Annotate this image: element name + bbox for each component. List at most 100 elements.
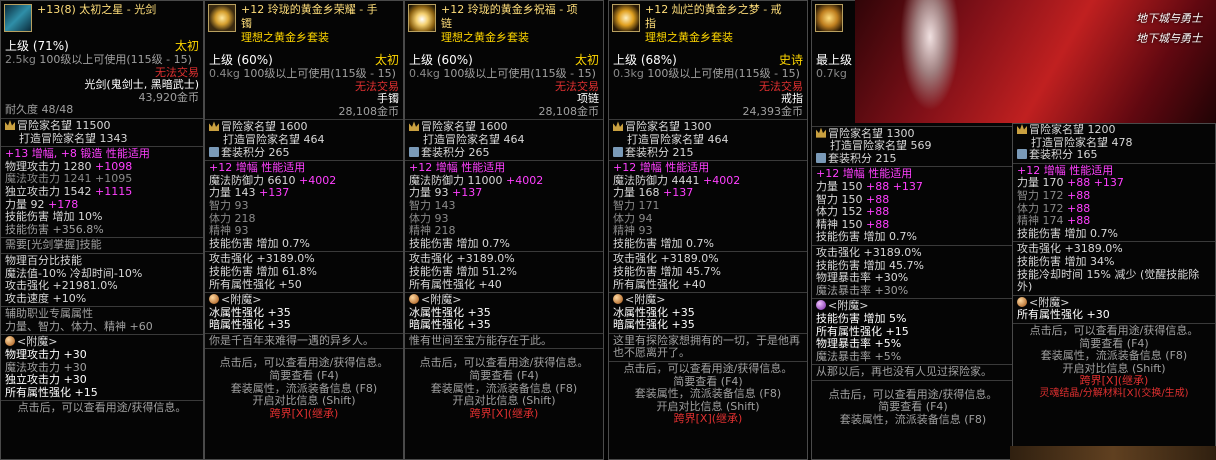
game-logo: 地下城与勇士 — [1136, 32, 1202, 45]
footer-line: 套装属性，流派装备信息 (F8) — [634, 387, 782, 401]
game-banner: 地下城与勇士 地下城与勇士 — [855, 0, 1216, 123]
extra-line: 力量、智力、体力、精神 +60 — [5, 319, 153, 333]
orb-icon — [1017, 296, 1027, 307]
flavor-text: 这里有探险家想拥有的一切，于是他再也不愿离开了。 — [613, 333, 800, 360]
enchant-title: <附魔> — [609, 293, 807, 307]
tooltip-header: +12 玲珑的黄金乡祝福 - 项链理想之黄金乡套装 — [405, 1, 603, 44]
extra-line: 所有属性强化 +50 — [209, 277, 302, 291]
item-grade: 上级 (71%) 太初 — [5, 39, 199, 53]
enchant-line: 独立攻击力 +30 — [5, 373, 87, 387]
item-icon — [815, 4, 843, 32]
tooltip-header: +12 玲珑的黄金乡荣耀 - 手镯理想之黄金乡套装 — [205, 1, 403, 44]
item-tooltip-ring: +12 灿烂的黄金乡之梦 - 戒指理想之黄金乡套装 上级 (68%) 史诗 0.3… — [608, 0, 808, 460]
set-icon — [409, 146, 419, 157]
crown-icon — [209, 121, 219, 132]
stat-row: 智力 143 — [409, 198, 456, 212]
flavor-text: 从那以后，再也没有人见过探险家。 — [816, 365, 992, 379]
extra-line: 物理百分比技能 — [5, 253, 82, 267]
crown-icon — [5, 119, 15, 130]
item-grade: 上级 (68%) 史诗 — [613, 53, 803, 67]
enchant-line: 物理暴击率 +5% — [816, 337, 902, 351]
extra-line: 技能伤害 增加 51.2% — [409, 264, 517, 278]
extra-line: 辅助职业专属属性 — [5, 307, 93, 321]
trade-restriction: 无法交易 — [355, 79, 399, 93]
extra-line: 攻击速度 +10% — [5, 291, 87, 305]
skill-damage: 技能伤害 增加 10% — [5, 210, 103, 224]
stat-row: 精神 218 — [409, 224, 456, 238]
footer-line: 跨界[X](继承) — [469, 406, 539, 420]
footer-line: 灵魂结晶/分解材料[X](交换/生成) — [1039, 387, 1189, 399]
footer-line: 点击后，可以查看用途/获得信息。 — [17, 401, 187, 415]
extra-line: 需要[光剑掌握]技能 — [5, 238, 102, 252]
set-points: 套装积分 215 — [812, 152, 1014, 166]
stat-row: 智力 93 — [209, 198, 249, 212]
extra-line: 攻击强化 +21981.0% — [5, 279, 118, 293]
ring-icon — [612, 4, 640, 32]
footer-line: 套装属性，流派装备信息 (F8) — [839, 413, 987, 427]
item-price: 24,393金币 — [742, 104, 804, 118]
enchant-line: 魔法暴击率 +5% — [816, 349, 902, 363]
enchant-line: 暗属性强化 +35 — [613, 318, 695, 332]
item-tooltip-6: 冒险家名望 1200 打造冒险家名望 478 套装积分 165 +12 增幅 性… — [1012, 123, 1216, 460]
skill-damage: 技能伤害 增加 0.7% — [1017, 226, 1118, 240]
necklace-icon — [408, 4, 436, 32]
extra-line: 所有属性强化 +40 — [409, 277, 502, 291]
stat-row: 智力 171 — [613, 198, 660, 212]
orb-icon — [613, 294, 623, 305]
bracelet-icon — [208, 4, 236, 32]
tooltip-header: +13(8) 太初之星 - 光剑 — [1, 1, 203, 39]
trade-restriction: 无法交易 — [555, 79, 599, 93]
enchant-line: 暗属性强化 +35 — [409, 318, 491, 332]
trade-restriction: 无法交易 — [759, 79, 803, 93]
footer-line: 开启对比信息 (Shift) — [452, 394, 556, 408]
character-illustration — [895, 0, 965, 123]
extra-line: 技能冷却时间 15% 减少 (觉醒技能除 — [1017, 267, 1200, 281]
extra-line: 物理暴击率 +30% — [816, 271, 909, 285]
extra-line: 外) — [1017, 280, 1033, 294]
footer-line: 开启对比信息 (Shift) — [252, 394, 356, 408]
extra-line: 技能伤害 增加 34% — [1017, 254, 1115, 268]
skill-damage: 技能伤害 增加 0.7% — [613, 236, 714, 250]
item-price: 28,108金币 — [538, 104, 600, 118]
orb-icon — [816, 300, 826, 311]
item-price: 28,108金币 — [338, 104, 400, 118]
orb-icon — [209, 294, 219, 305]
extra-line: 技能伤害 增加 61.8% — [209, 264, 317, 278]
item-tooltip-sword: +13(8) 太初之星 - 光剑 上级 (71%) 太初 2.5kg 100级以上… — [0, 0, 204, 460]
extra-line: 攻击强化 +3189.0% — [816, 245, 922, 259]
set-icon — [1017, 149, 1027, 160]
enchant-line: 暗属性强化 +35 — [209, 318, 291, 332]
stat-row: 精神 93 — [209, 224, 249, 238]
orb-icon — [5, 336, 15, 347]
flavor-text: 你是千百年来难得一遇的异乡人。 — [209, 333, 374, 347]
item-grade: 上级 (60%) 太初 — [409, 53, 599, 67]
flavor-text: 惟有世间至宝方能存在于此。 — [409, 333, 552, 347]
footer-line: 套装属性，流派装备信息 (F8) — [1040, 349, 1188, 363]
extra-line: 魔法暴击率 +30% — [816, 283, 909, 297]
set-icon — [209, 146, 219, 157]
footer-line: 简要查看 (F4) — [469, 369, 539, 383]
forge-fame: 打造冒险家名望 1343 — [19, 131, 128, 145]
skill-damage-total: 技能伤害 +356.8% — [5, 222, 104, 236]
set-points: 套装积分 165 — [1013, 148, 1215, 162]
item-tooltip-bracelet: +12 玲珑的黄金乡荣耀 - 手镯理想之黄金乡套装 上级 (60%) 太初 0.4… — [204, 0, 404, 460]
set-icon — [816, 152, 826, 163]
orb-icon — [409, 294, 419, 305]
enchant-line: 物理攻击力 +30 — [5, 348, 87, 362]
enchant-line: 技能伤害 增加 5% — [816, 311, 907, 325]
skill-damage: 技能伤害 增加 0.7% — [816, 230, 917, 244]
footer-line: 跨界[X](继承) — [269, 406, 339, 420]
set-icon — [613, 146, 623, 157]
item-title: +13(8) 太初之星 - 光剑 — [37, 3, 157, 16]
sword-icon — [4, 4, 32, 32]
footer-line: 简要查看 (F4) — [269, 369, 339, 383]
footer-line: 跨界[X](继承) — [1079, 374, 1149, 388]
extra-line: 所有属性强化 +40 — [613, 277, 706, 291]
item-title: +12 灿烂的黄金乡之梦 - 戒指理想之黄金乡套装 — [645, 3, 782, 44]
set-points: 套装积分 215 — [609, 146, 807, 160]
stat-row: 精神 174 +88 — [1017, 214, 1091, 228]
item-title: +12 玲珑的黄金乡荣耀 - 手镯理想之黄金乡套装 — [241, 3, 378, 44]
set-points: 套装积分 265 — [205, 146, 403, 160]
item-title: +12 玲珑的黄金乡祝福 - 项链理想之黄金乡套装 — [441, 3, 578, 44]
enchant-line: 所有属性强化 +30 — [1017, 308, 1110, 322]
